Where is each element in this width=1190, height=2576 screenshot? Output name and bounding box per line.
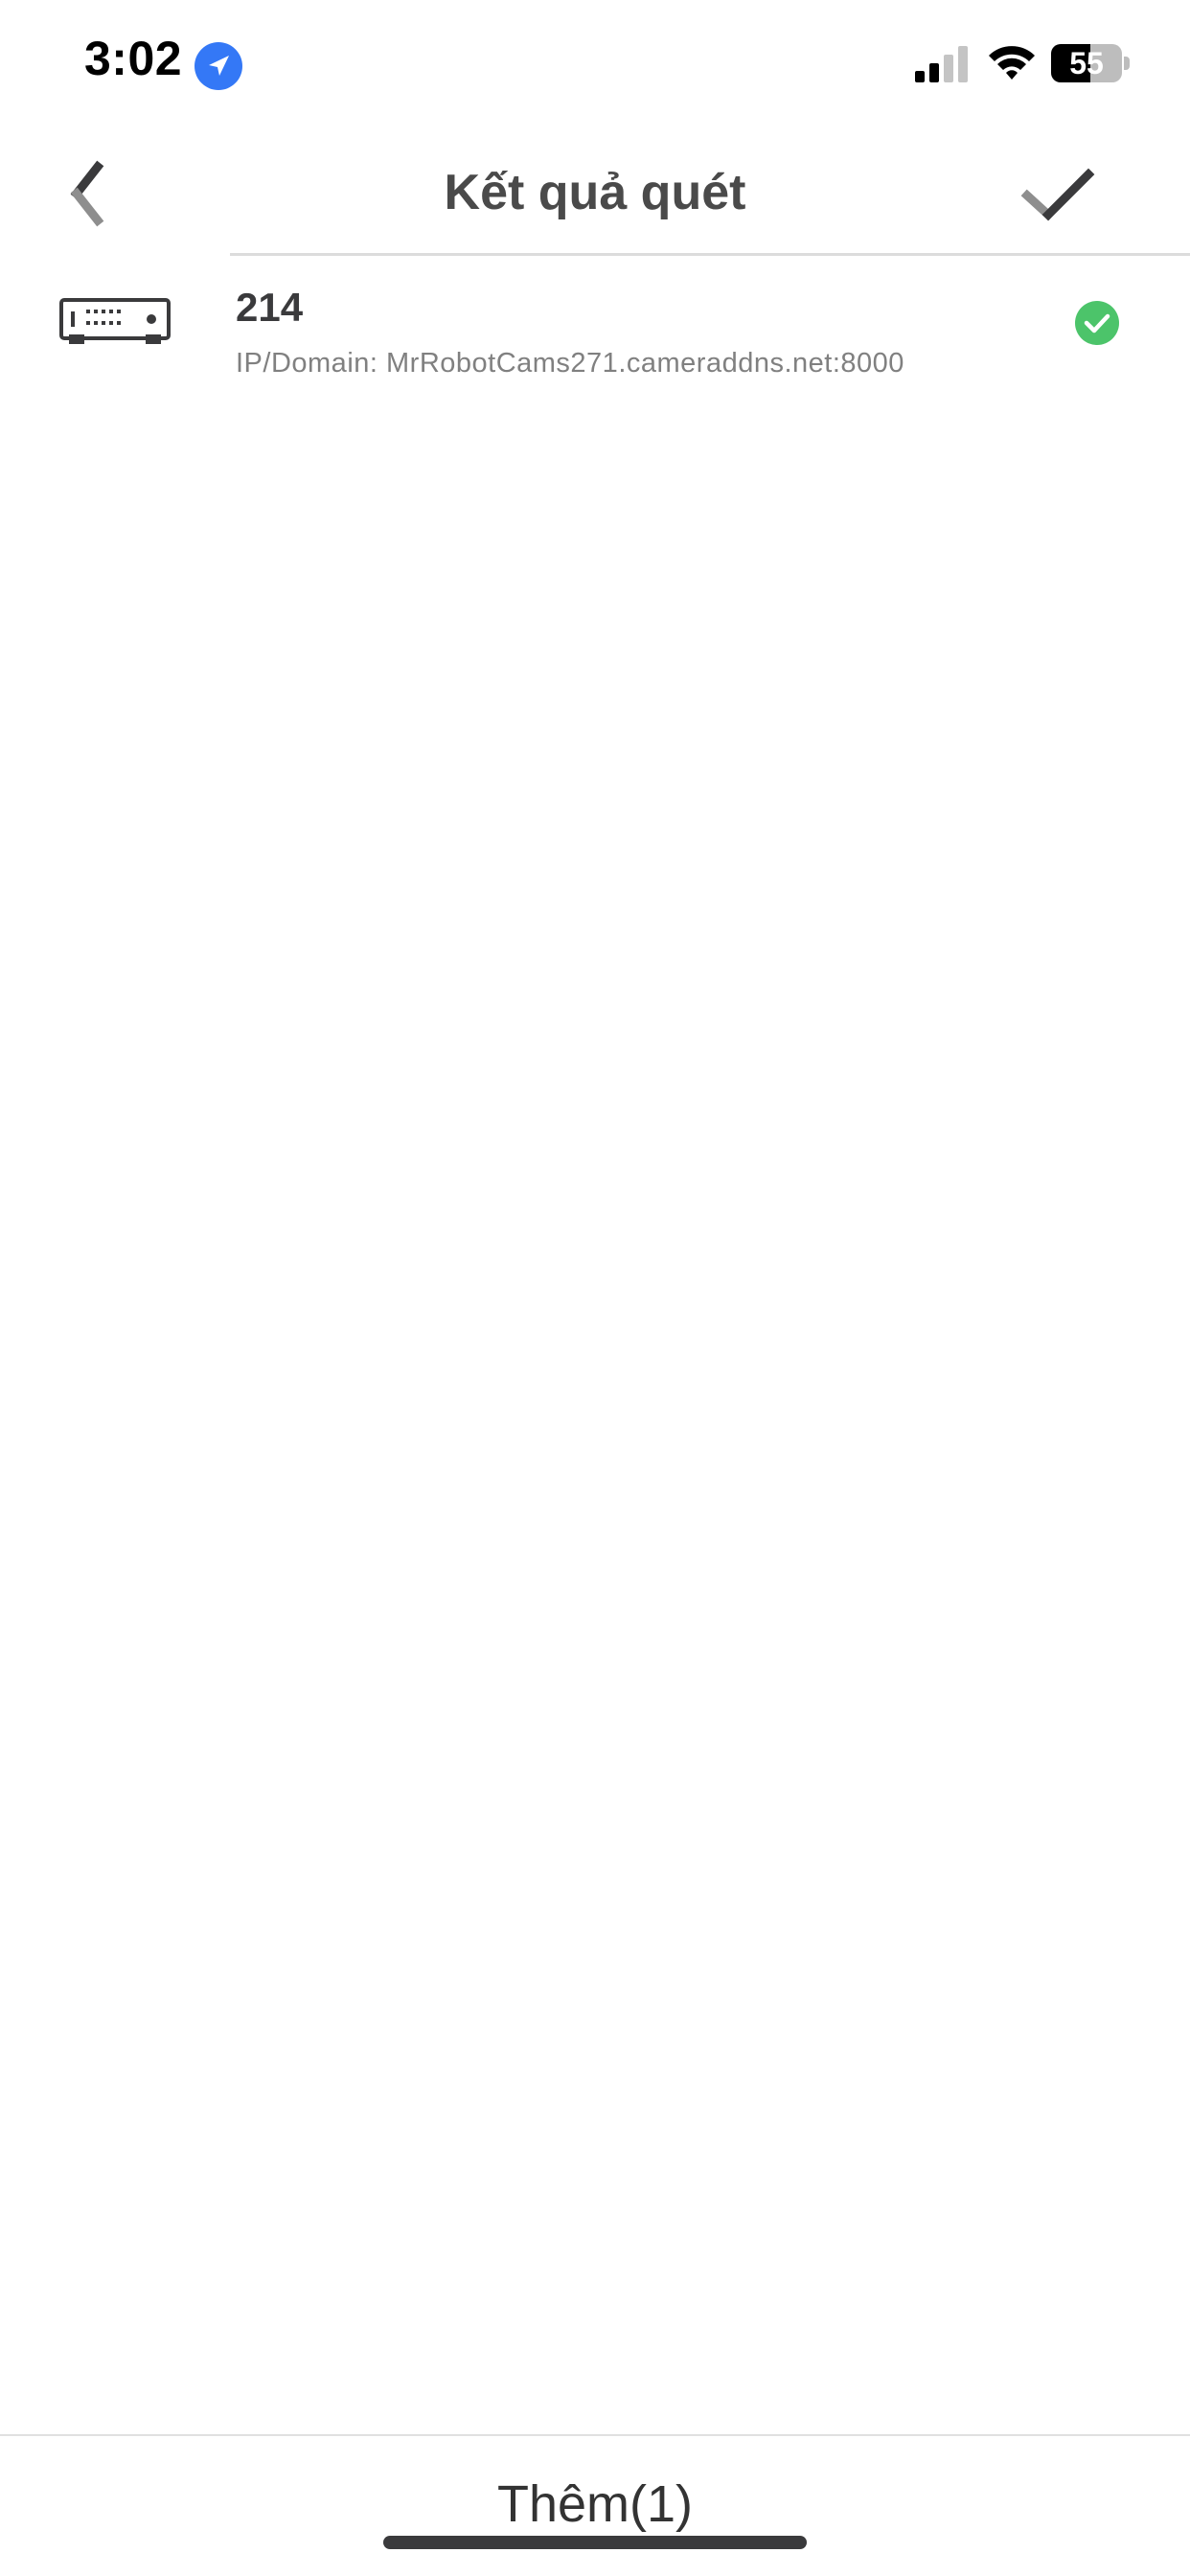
home-indicator: [383, 2536, 807, 2549]
cellular-signal-icon: [915, 46, 969, 82]
confirm-button[interactable]: [1016, 153, 1102, 230]
recorder-device-icon: [59, 296, 171, 350]
add-button-label: Thêm(1): [496, 2475, 694, 2533]
location-arrow-icon: [195, 42, 242, 90]
status-bar: 3:02 55: [0, 0, 1190, 134]
device-name: 214: [236, 285, 304, 330]
device-list: 214 IP/Domain: MrRobotCams271.cameraddns…: [0, 256, 1190, 400]
check-circle-icon[interactable]: [1074, 300, 1120, 346]
battery-level: 55: [1069, 46, 1104, 80]
nav-bar: Kết quả quét: [0, 134, 1190, 253]
checkmark-icon: [1020, 168, 1095, 221]
device-address: IP/Domain: MrRobotCams271.cameraddns.net…: [236, 348, 904, 379]
list-item[interactable]: 214 IP/Domain: MrRobotCams271.cameraddns…: [0, 256, 1190, 400]
status-time: 3:02: [84, 32, 183, 85]
add-button[interactable]: Thêm(1): [0, 2436, 1190, 2576]
battery-icon: 55: [1051, 44, 1130, 82]
wifi-icon: [987, 42, 1037, 82]
page-title: Kết quả quét: [444, 165, 746, 220]
